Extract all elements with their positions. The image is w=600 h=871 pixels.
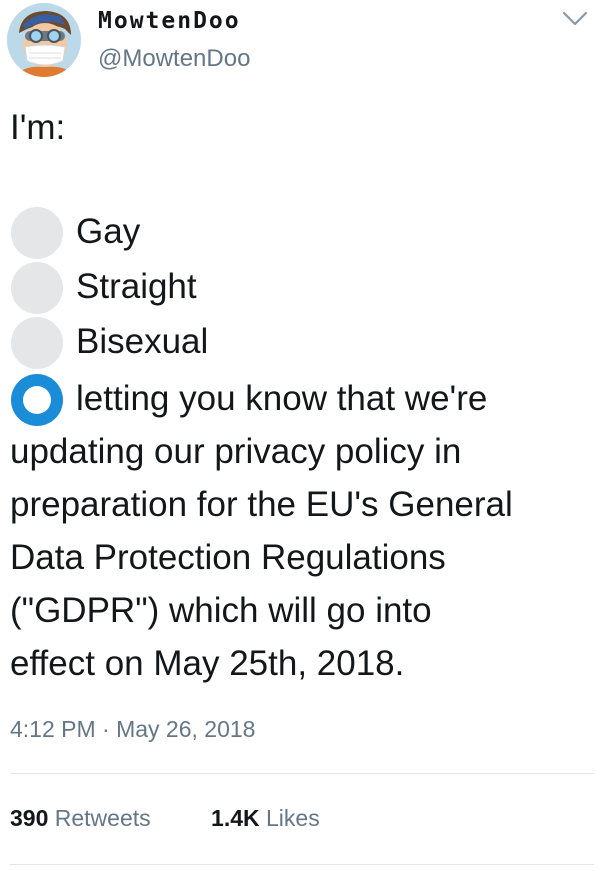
poll-options: Gay Straight Bisexual xyxy=(10,205,600,370)
likes-stat[interactable]: 1.4K Likes xyxy=(211,805,320,832)
selected-option-line: Data Protection Regulations xyxy=(10,538,446,577)
display-name[interactable]: MowtenDoo xyxy=(98,8,241,34)
radio-unselected-icon[interactable] xyxy=(11,262,63,314)
tweet-header: MowtenDoo @MowtenDoo xyxy=(0,0,600,90)
selected-option-line: effect on May 25th, 2018. xyxy=(10,644,405,683)
poll-option-straight[interactable]: Straight xyxy=(10,260,600,315)
divider xyxy=(10,864,594,865)
poll-option-bisexual[interactable]: Bisexual xyxy=(10,315,600,370)
poll-option-label: Gay xyxy=(76,212,141,251)
selected-option-line: updating our privacy policy in xyxy=(10,432,462,471)
likes-label: Likes xyxy=(266,805,320,831)
avatar-image xyxy=(7,3,81,77)
tweet-text: I'm: xyxy=(10,108,66,147)
selected-option-line: preparation for the EU's General xyxy=(10,485,513,524)
avatar[interactable] xyxy=(7,3,81,77)
radio-unselected-icon[interactable] xyxy=(11,207,63,259)
user-handle[interactable]: @MowtenDoo xyxy=(98,45,250,73)
selected-option-line: letting you know that we're xyxy=(76,379,488,418)
retweets-label: Retweets xyxy=(54,805,151,831)
retweets-count: 390 xyxy=(10,805,49,831)
tweet-stats: 390 Retweets 1.4K Likes xyxy=(10,805,320,832)
selected-option-text: letting you know that we're updating our… xyxy=(10,372,600,690)
poll-option-gay[interactable]: Gay xyxy=(10,205,600,260)
radio-unselected-icon[interactable] xyxy=(11,317,63,369)
chevron-down-icon[interactable] xyxy=(562,10,588,28)
poll-option-label: Straight xyxy=(76,267,197,306)
divider xyxy=(10,773,594,774)
retweets-stat[interactable]: 390 Retweets xyxy=(10,805,151,832)
poll-option-selected[interactable]: letting you know that we're updating our… xyxy=(10,372,600,692)
poll-option-label: Bisexual xyxy=(76,322,209,361)
tweet-timestamp[interactable]: 4:12 PM · May 26, 2018 xyxy=(10,716,255,743)
selected-option-line: ("GDPR") which will go into xyxy=(10,591,432,630)
likes-count: 1.4K xyxy=(211,805,260,831)
radio-selected-icon[interactable] xyxy=(11,374,63,426)
